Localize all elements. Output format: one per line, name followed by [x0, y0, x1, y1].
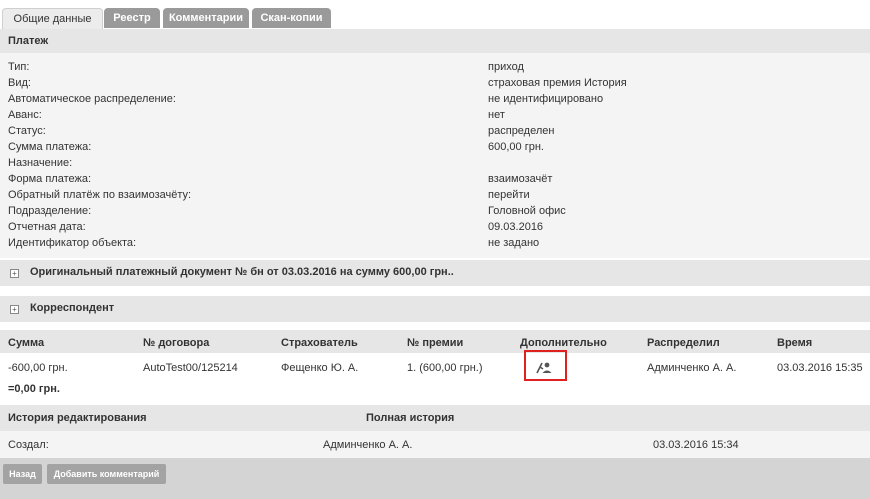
distribution-table-header: Сумма № договора Страхователь № премии Д… [0, 330, 870, 353]
col-distributed-by: Распределил [647, 337, 720, 349]
label-type: Тип: [8, 61, 30, 73]
link-reverse-payment[interactable]: перейти [488, 189, 530, 201]
tab-registry[interactable]: Реестр [104, 8, 160, 28]
expand-plus-icon[interactable]: + [10, 269, 19, 278]
tab-bar: Общие данные Реестр Комментарии Скан-коп… [0, 0, 870, 29]
original-doc-label: Оригинальный платежный документ № бн от … [30, 266, 454, 278]
label-kind: Вид: [8, 77, 31, 89]
label-reverse-payment: Обратный платёж по взаимозачёту: [8, 189, 192, 201]
col-time: Время [777, 337, 813, 349]
history-header: История редактирования Полная история [0, 405, 870, 431]
history-created-by: Админченко А. А. [323, 439, 413, 451]
label-auto-distribution: Автоматическое распределение: [8, 93, 176, 105]
correspondent-label: Корреспондент [30, 302, 115, 314]
history-created-time: 03.03.2016 15:34 [653, 439, 739, 451]
value-object-id: не задано [488, 237, 540, 249]
label-advance: Аванс: [8, 109, 42, 121]
label-report-date: Отчетная дата: [8, 221, 86, 233]
cell-contract: AutoTest00/125214 [143, 362, 238, 374]
label-payment-form: Форма платежа: [8, 173, 92, 185]
history-created-label: Создал: [8, 439, 49, 451]
payment-panel: Тип: приход Вид: страховая премия Истори… [0, 53, 870, 258]
value-division: Головной офис [488, 205, 566, 217]
cell-amount: -600,00 грн. [8, 362, 68, 374]
col-insurer: Страхователь [281, 337, 358, 349]
tab-comments[interactable]: Комментарии [163, 8, 249, 28]
value-status: распределен [488, 125, 555, 137]
back-button[interactable]: Назад [3, 464, 42, 484]
col-amount: Сумма [8, 337, 45, 349]
history-title: История редактирования [8, 412, 147, 424]
cell-insurer: Фещенко Ю. А. [281, 362, 359, 374]
value-report-date: 09.03.2016 [488, 221, 544, 233]
original-doc-expander[interactable]: + Оригинальный платежный документ № бн о… [0, 260, 870, 286]
distribution-table-row: -600,00 грн. AutoTest00/125214 Фещенко Ю… [0, 350, 870, 401]
label-amount: Сумма платежа: [8, 141, 92, 153]
label-purpose: Назначение: [8, 157, 73, 169]
value-payment-form: взаимозачёт [488, 173, 553, 185]
value-advance: нет [488, 109, 505, 121]
tab-general[interactable]: Общие данные [2, 8, 103, 29]
tab-scans[interactable]: Скан-копии [252, 8, 331, 28]
add-comment-button[interactable]: Добавить комментарий [47, 464, 166, 484]
cell-time: 03.03.2016 15:35 [777, 362, 863, 374]
value-amount: 600,00 грн. [488, 141, 544, 153]
expand-plus-icon[interactable]: + [10, 305, 19, 314]
correspondent-expander[interactable]: + Корреспондент [0, 296, 870, 322]
label-status: Статус: [8, 125, 46, 137]
payment-header: Платеж [0, 29, 870, 53]
full-history-link[interactable]: Полная история [366, 412, 454, 424]
col-extra: Дополнительно [520, 337, 607, 349]
label-division: Подразделение: [8, 205, 92, 217]
payment-header-title: Платеж [8, 35, 49, 47]
value-type: приход [488, 61, 524, 73]
col-contract: № договора [143, 337, 210, 349]
cell-premium: 1. (600,00 грн.) [407, 362, 483, 374]
value-auto-distribution: не идентифицировано [488, 93, 604, 105]
user-assign-icon[interactable] [535, 358, 553, 376]
cell-distributed-by: Админченко А. А. [647, 362, 737, 374]
cell-total: =0,00 грн. [8, 383, 60, 395]
label-object-id: Идентификатор объекта: [8, 237, 137, 249]
col-premium: № премии [407, 337, 464, 349]
history-row: Создал: Админченко А. А. 03.03.2016 15:3… [0, 431, 870, 458]
value-kind: страховая премия История [488, 77, 627, 89]
